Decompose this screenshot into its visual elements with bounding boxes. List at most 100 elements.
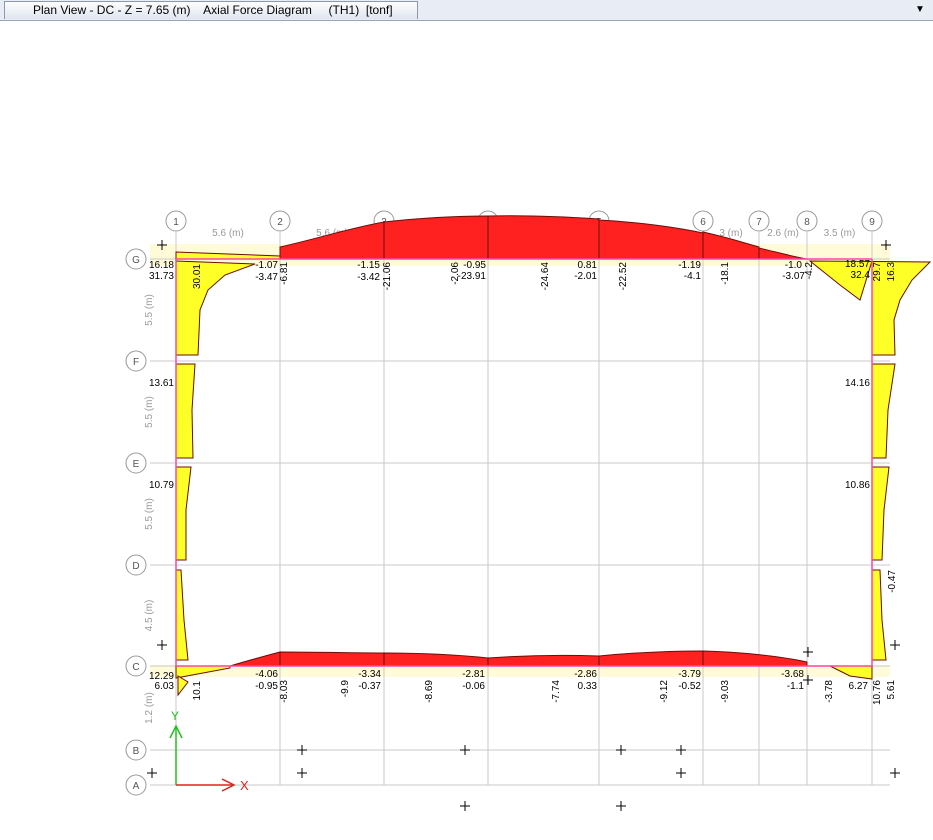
right-column-diagram xyxy=(808,260,932,661)
svg-text:7: 7 xyxy=(756,217,762,228)
grid-bubble-col-6: 6 xyxy=(692,210,714,232)
force-value-label: -3.78 xyxy=(824,680,835,703)
force-value-label: -9.03 xyxy=(720,680,731,703)
force-value-label: -3.79 xyxy=(678,669,701,680)
grid-bubble-row-D: D xyxy=(125,554,147,576)
force-value-label: -23.91 xyxy=(458,271,487,282)
grid-bubble-col-1: 1 xyxy=(165,210,187,232)
chevron-down-icon[interactable]: ▼ xyxy=(913,3,927,17)
force-value-label: -1.19 xyxy=(678,260,701,271)
force-value-label: -0.37 xyxy=(358,681,381,692)
force-value-label: -3.47 xyxy=(255,272,278,283)
row-spacing-label: 5.5 (m) xyxy=(144,498,155,530)
axial-force-diagram[interactable]: 123456789 GFEDCBA 5.6 (m)5.6 (m)5.6 (m)6… xyxy=(0,21,933,835)
force-value-label: 18.57 xyxy=(845,259,870,270)
plus-marker xyxy=(676,768,686,778)
svg-text:E: E xyxy=(133,459,140,470)
plan-view-canvas[interactable]: 123456789 GFEDCBA 5.6 (m)5.6 (m)5.6 (m)6… xyxy=(0,21,933,835)
point-markers xyxy=(147,240,900,811)
plus-marker xyxy=(676,745,686,755)
force-value-label: 10.86 xyxy=(845,480,870,491)
grid-bubble-row-E: E xyxy=(125,452,147,474)
force-value-label: 29.7 xyxy=(872,262,883,282)
plus-marker xyxy=(297,768,307,778)
row-grid-bubbles: G F E D C B A xyxy=(125,248,147,796)
grid-bubble-row-B: B xyxy=(125,739,147,761)
force-value-label: -9.9 xyxy=(340,680,351,698)
column-spacing-label: 5.6 (m) xyxy=(212,228,244,239)
force-value-label: -2.01 xyxy=(574,271,597,282)
force-value-label: -8.69 xyxy=(424,680,435,703)
plan-view-tab[interactable]: Plan View - DC - Z = 7.65 (m) Axial Forc… xyxy=(4,1,418,19)
grid-bubble-row-A: A xyxy=(125,774,147,796)
force-value-label: -1.0 xyxy=(785,260,803,271)
plus-marker xyxy=(616,801,626,811)
force-value-label: -24.64 xyxy=(540,262,551,291)
x-axis-label: X xyxy=(240,778,249,793)
svg-text:D: D xyxy=(132,561,139,572)
svg-text:G: G xyxy=(132,255,140,266)
svg-text:6: 6 xyxy=(700,217,706,228)
grid-bubble-row-C: C xyxy=(125,655,147,677)
force-value-label: -21.06 xyxy=(382,262,393,291)
grid-bubble-col-8: 8 xyxy=(796,210,818,232)
svg-text:F: F xyxy=(133,357,139,368)
force-value-label: -0.95 xyxy=(463,260,486,271)
force-value-label: -8.03 xyxy=(279,680,290,703)
value-labels: -1.07-3.47 -6.81 -1.15-3.42 -21.06 -0.95-23.… xyxy=(149,259,898,705)
plus-marker xyxy=(616,745,626,755)
force-value-label: -18.1 xyxy=(720,262,731,285)
force-value-label: -0.47 xyxy=(887,570,898,593)
force-value-label: -6.81 xyxy=(279,262,290,285)
force-value-label: -1.15 xyxy=(357,260,380,271)
force-value-label: -3.07 xyxy=(782,271,805,282)
grid-bubble-col-9: 9 xyxy=(861,210,883,232)
force-value-label: 31.73 xyxy=(149,271,174,282)
force-value-label: -2.81 xyxy=(462,669,485,680)
axis-triad: Y X xyxy=(169,709,249,793)
force-value-label: -4.2 xyxy=(804,262,815,280)
force-value-label: 5.61 xyxy=(886,680,897,700)
force-value-label: -1.07 xyxy=(255,260,278,271)
force-value-label: -22.52 xyxy=(618,262,629,291)
plus-marker xyxy=(157,640,167,650)
row-spacing-label: 4.5 (m) xyxy=(144,600,155,632)
grid-bubble-row-F: F xyxy=(125,350,147,372)
force-value-label: 13.61 xyxy=(149,378,174,389)
force-value-label: 30.01 xyxy=(192,264,203,289)
force-value-label: 0.81 xyxy=(578,260,598,271)
force-value-label: -0.06 xyxy=(462,681,485,692)
grid-bubble-col-2: 2 xyxy=(269,210,291,232)
plus-marker xyxy=(147,768,157,778)
force-value-label: -2.06 xyxy=(450,262,461,285)
force-value-label: -3.42 xyxy=(357,272,380,283)
force-value-label: -4.06 xyxy=(255,669,278,680)
svg-text:B: B xyxy=(133,746,140,757)
svg-text:9: 9 xyxy=(869,217,875,228)
row-spacing-label: 5.5 (m) xyxy=(144,294,155,326)
svg-text:2: 2 xyxy=(277,217,283,228)
tab-bar: Plan View - DC - Z = 7.65 (m) Axial Forc… xyxy=(0,0,933,21)
row-spacing-label: 1.2 (m) xyxy=(144,692,155,724)
force-value-label: 32.4 xyxy=(851,270,871,281)
grid-bubble-row-G: G xyxy=(125,248,147,270)
force-value-label: -3.34 xyxy=(358,669,381,680)
plus-marker xyxy=(460,745,470,755)
grid-lines xyxy=(150,232,890,786)
svg-text:1: 1 xyxy=(173,217,179,228)
force-value-label: 0.33 xyxy=(578,681,598,692)
plus-marker xyxy=(803,647,813,657)
force-value-label: -9.12 xyxy=(659,680,670,703)
force-value-label: -0.52 xyxy=(678,681,701,692)
svg-text:8: 8 xyxy=(804,217,810,228)
column-spacing-label: 2.6 (m) xyxy=(767,228,799,239)
left-column-diagram xyxy=(175,260,256,697)
y-axis-label: Y xyxy=(171,709,179,723)
force-value-label: 6.27 xyxy=(849,681,869,692)
force-value-label: -4.1 xyxy=(684,271,702,282)
plus-marker xyxy=(297,745,307,755)
row-spacing-label: 5.5 (m) xyxy=(144,396,155,428)
plus-marker xyxy=(890,768,900,778)
force-value-label: 10.1 xyxy=(192,681,203,701)
grid-bubble-col-7: 7 xyxy=(748,210,770,232)
